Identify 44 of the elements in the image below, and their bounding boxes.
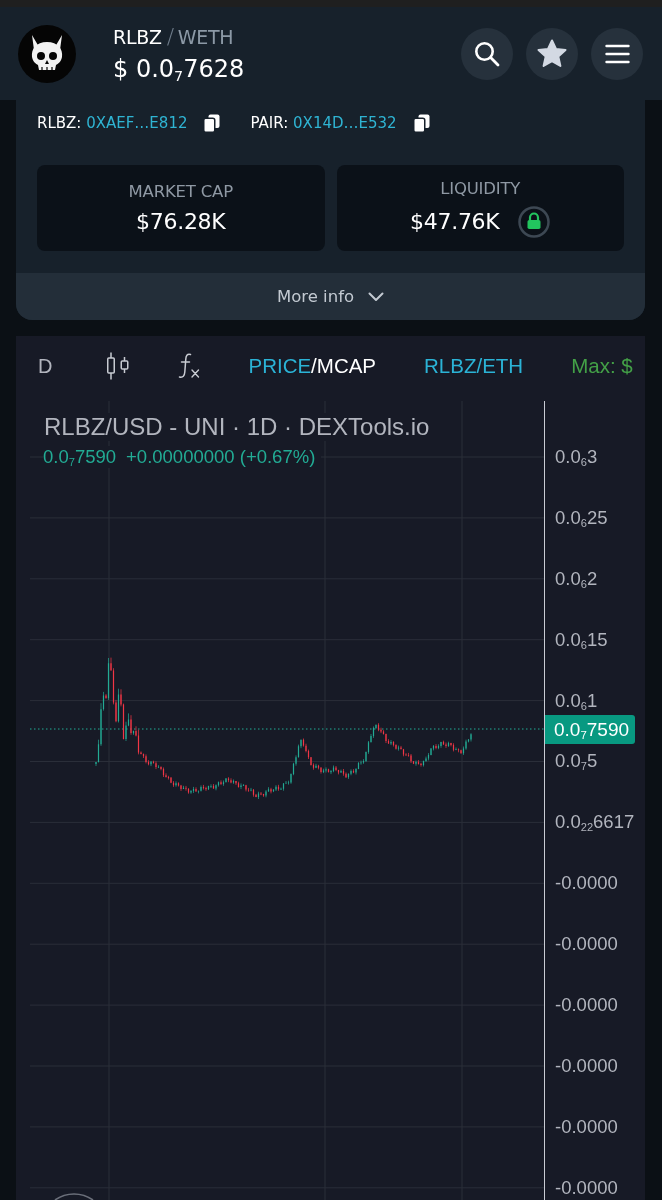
- max-label: Max: $: [571, 354, 633, 378]
- interval-button[interactable]: D: [38, 354, 53, 378]
- price-axis-label: 0.0$_{6}$15: [555, 628, 608, 651]
- chart-legend-title: RLBZ/USD - UNI · 1D · DEXTools.io: [44, 413, 430, 441]
- token-price: $ 0.0$_{7}$7628: [113, 55, 245, 83]
- candlestick-icon[interactable]: [106, 352, 131, 380]
- address-link[interactable]: 0X14D…E532: [293, 114, 397, 132]
- price-axis-label: -0.0000: [555, 1115, 618, 1138]
- copy-icon[interactable]: [412, 113, 430, 133]
- legend-last-price: 0.0$_{7}$7590: [43, 446, 117, 468]
- price-axis-label: 0.0$_{6}$1: [555, 689, 598, 712]
- pair-button[interactable]: RLBZ/ETH: [424, 354, 524, 378]
- mode-option[interactable]: PRICE: [248, 354, 312, 378]
- price-axis-label: -0.0000: [555, 993, 618, 1016]
- legend-change: +0.00000000 (+0.67%): [126, 446, 316, 468]
- skull-logo: [18, 24, 76, 83]
- price-axis-label: -0.0000: [555, 872, 618, 895]
- price-axis-label: -0.0000: [555, 1054, 618, 1077]
- stat-value: $47.76K: [410, 209, 500, 234]
- chevron-down-icon: [368, 291, 385, 302]
- price-axis-label: 0.0$_{7}$5: [555, 750, 598, 773]
- price-axis-label: 0.0$_{6}$25: [555, 506, 608, 529]
- pair-title: RLBZ / WETH: [113, 24, 234, 49]
- copy-icon[interactable]: [203, 113, 221, 133]
- search-icon: [474, 40, 500, 67]
- function-icon[interactable]: [178, 353, 201, 379]
- stat-value: $76.28K: [136, 209, 226, 234]
- more-info-button[interactable]: More info: [16, 273, 645, 320]
- ring-icon: [54, 1193, 94, 1200]
- mode-option[interactable]: MCAP: [316, 354, 377, 378]
- stat-label: MARKET CAP: [128, 182, 233, 201]
- price-axis-label: 0.0$_{22}$6617: [555, 811, 635, 834]
- star-icon: [537, 39, 567, 68]
- menu-icon: [604, 43, 630, 64]
- address-link[interactable]: 0XAEF…E812: [86, 114, 188, 132]
- price-axis-label: 0.0$_{6}$3: [555, 445, 598, 468]
- mode-separator: /: [311, 354, 317, 378]
- stat-label: LIQUIDITY: [440, 178, 521, 198]
- address-text: RLBZ: 0XAEF…E812: [37, 114, 188, 132]
- price-axis-label: 0.0$_{6}$2: [555, 567, 598, 590]
- last-price-tag: 0.0$_{7}$7590: [545, 715, 636, 744]
- address-text: PAIR: 0X14D…E532: [250, 114, 397, 132]
- price-axis-label: -0.0000: [555, 1176, 618, 1199]
- price-axis-label: -0.0000: [555, 933, 618, 956]
